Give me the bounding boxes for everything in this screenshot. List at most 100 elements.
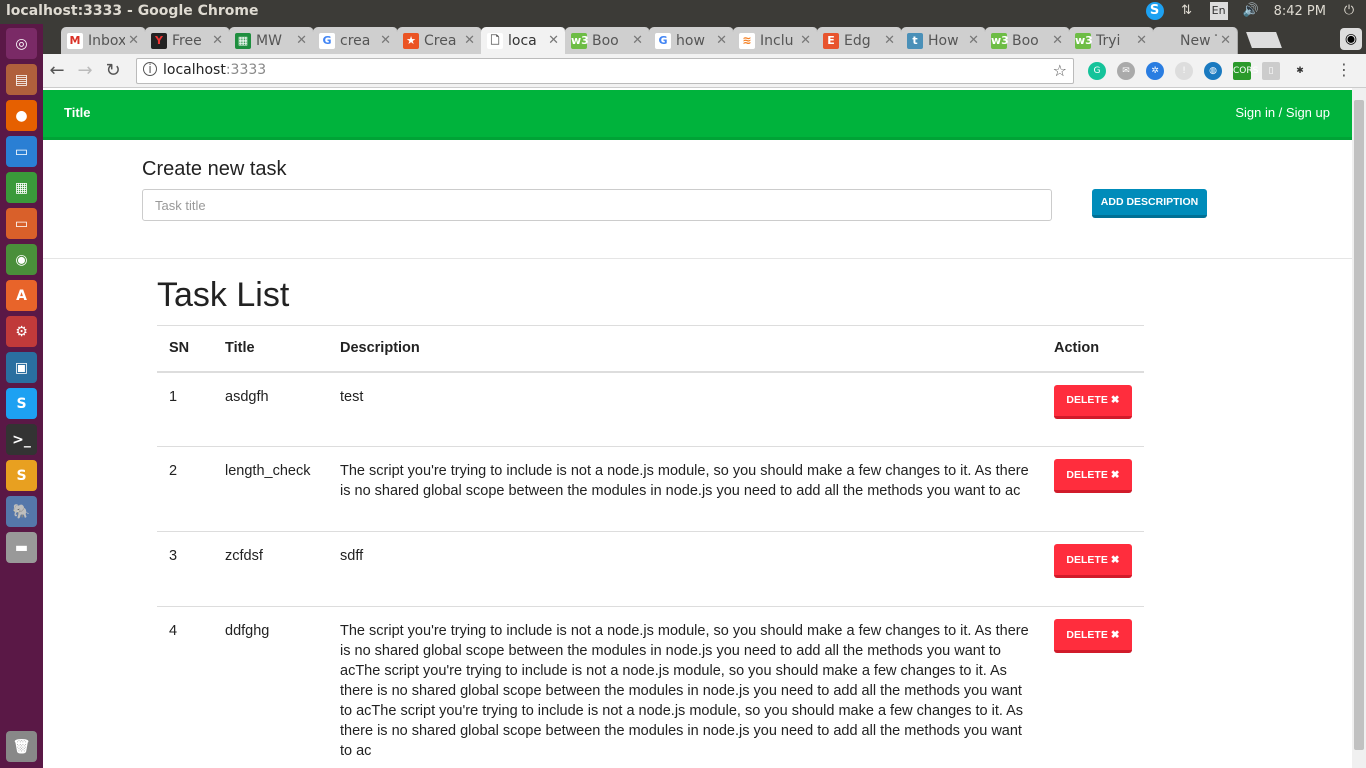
back-icon[interactable]: ← — [43, 60, 71, 81]
cell-description: sdff — [328, 531, 1042, 607]
delete-button[interactable]: DELETE ✖ — [1054, 544, 1132, 578]
bug-icon[interactable]: ✱ — [1291, 62, 1309, 80]
reload-icon[interactable]: ↻ — [99, 60, 127, 81]
close-tab-icon[interactable]: ✕ — [212, 33, 223, 48]
tab[interactable]: Ghow ✕ — [649, 27, 734, 54]
scrollbar-thumb[interactable] — [1354, 100, 1364, 750]
close-tab-icon[interactable]: ✕ — [380, 33, 391, 48]
tab[interactable]: ▦ MW ✕ — [229, 27, 314, 54]
power-icon[interactable]: ⏻ — [1340, 2, 1358, 20]
tab-title: crea — [340, 32, 371, 49]
close-tab-icon[interactable]: ✕ — [884, 33, 895, 48]
tab[interactable]: w3 Boo ✕ — [985, 27, 1070, 54]
brand-link[interactable]: Title — [64, 105, 91, 120]
drive-icon[interactable]: ▬ — [6, 532, 37, 563]
volume-icon[interactable]: 🔊 — [1242, 2, 1260, 20]
impress-icon[interactable]: ▭ — [6, 208, 37, 239]
close-tab-icon[interactable]: ✕ — [716, 33, 727, 48]
bookmark-star-icon[interactable]: ☆ — [1053, 61, 1067, 80]
close-tab-icon[interactable]: ✕ — [632, 33, 643, 48]
chrome-icon[interactable]: ◉ — [6, 244, 37, 275]
google-icon: G — [655, 32, 671, 49]
skype-icon[interactable]: S — [1145, 2, 1164, 20]
firefox-icon[interactable]: ● — [6, 100, 37, 131]
tab[interactable]: E Edg ✕ — [817, 27, 902, 54]
delete-button[interactable]: DELETE ✖ — [1054, 619, 1132, 653]
extension-icon[interactable]: ✲ — [1146, 62, 1164, 80]
cell-title: length_check — [213, 446, 328, 532]
tab[interactable]: 🗋 loca ✕ — [481, 27, 566, 54]
clock[interactable]: 8:42 PM — [1274, 4, 1326, 19]
tab-title: how — [676, 32, 705, 49]
w3schools-icon: w3 — [1075, 32, 1093, 49]
inbox-extension-icon[interactable]: ✉ — [1117, 62, 1135, 80]
cell-description: The script you're trying to include is n… — [328, 606, 1042, 768]
settings-icon[interactable]: ⚙ — [6, 316, 37, 347]
extension-icon[interactable]: ▯ — [1262, 62, 1280, 80]
ubuntu-dash-icon[interactable]: ◎ — [6, 28, 37, 59]
close-tab-icon[interactable]: ✕ — [464, 33, 475, 48]
cell-sn: 1 — [157, 371, 213, 447]
sublime-icon[interactable]: S — [6, 460, 37, 491]
grammarly-icon[interactable]: G — [1088, 62, 1106, 80]
table-header: SN Title Description Action — [157, 325, 1144, 373]
tab[interactable]: Gcrea ✕ — [313, 27, 398, 54]
page-icon: 🗋 — [487, 32, 503, 49]
profile-icon[interactable]: ◉ — [1340, 28, 1362, 50]
tab[interactable]: Y Free ✕ — [145, 27, 230, 54]
tab[interactable]: ≋ Inclu ✕ — [733, 27, 818, 54]
task-title-input[interactable] — [142, 189, 1052, 221]
writer-icon[interactable]: ▭ — [6, 136, 37, 167]
close-tab-icon[interactable]: ✕ — [1136, 33, 1147, 48]
tab-title: Edg — [844, 32, 871, 49]
delete-button[interactable]: DELETE ✖ — [1054, 384, 1132, 419]
tab[interactable]: M Inbox ✕ — [61, 27, 146, 54]
network-icon[interactable]: ⇅ — [1178, 2, 1196, 20]
delete-button[interactable]: DELETE ✖ — [1054, 459, 1132, 493]
tab[interactable]: New Ta✕ — [1153, 27, 1238, 54]
close-tab-icon[interactable]: ✕ — [1220, 33, 1231, 48]
close-tab-icon[interactable]: ✕ — [296, 33, 307, 48]
w3schools-icon: w3 — [571, 32, 589, 49]
close-tab-icon[interactable]: ✕ — [800, 33, 811, 48]
disabled-extension-icon[interactable]: ! — [1175, 62, 1193, 80]
tab[interactable]: ★ Crea ✕ — [397, 27, 482, 54]
skype-icon[interactable]: S — [6, 388, 37, 419]
tab-title: Free — [172, 32, 202, 49]
stackoverflow-icon: ≋ — [739, 32, 755, 49]
terminal-icon[interactable]: >_ — [6, 424, 37, 455]
url-host: localhost — [163, 62, 226, 78]
info-icon[interactable]: i — [143, 62, 157, 76]
tab[interactable]: w3 Boo ✕ — [565, 27, 650, 54]
cell-description: test — [328, 371, 1042, 447]
navbar: Title Sign in / Sign up — [43, 90, 1352, 140]
app-icon[interactable]: ▣ — [6, 352, 37, 383]
cell-action: DELETE ✖ — [1042, 606, 1144, 768]
scrollbar[interactable] — [1352, 88, 1366, 768]
globe-extension-icon[interactable]: ◍ — [1204, 62, 1222, 80]
close-tab-icon[interactable]: ✕ — [128, 33, 139, 48]
add-description-button[interactable]: ADD DESCRIPTION — [1092, 189, 1207, 218]
chrome-menu-icon[interactable]: ⋮ — [1336, 60, 1352, 79]
table-row: 4 ddfghg The script you're trying to inclu… — [157, 606, 1144, 768]
tab-strip: M Inbox ✕ Y Free ✕ ▦ MW ✕ Gcrea ✕ ★ Crea ✕ 🗋 loca ✕ w3 Boo… — [43, 24, 1366, 54]
trash-icon[interactable]: 🗑 — [6, 731, 37, 762]
calc-icon[interactable]: ▦ — [6, 172, 37, 203]
tab-title: Inbox — [88, 32, 126, 49]
signin-link[interactable]: Sign in / Sign up — [1235, 105, 1330, 120]
tab[interactable]: w3 Tryi ✕ — [1069, 27, 1154, 54]
close-tab-icon[interactable]: ✕ — [548, 33, 559, 48]
cors-icon[interactable]: CORS — [1233, 62, 1258, 80]
files-icon[interactable]: ▤ — [6, 64, 37, 95]
extensions: G ✉ ✲ ! ◍ CORS ▯ ✱ — [1088, 62, 1309, 80]
tab[interactable]: t How ✕ — [901, 27, 986, 54]
forward-icon[interactable]: → — [71, 60, 99, 81]
pgadmin-icon[interactable]: 🐘 — [6, 496, 37, 527]
keyboard-layout[interactable]: En — [1209, 2, 1228, 20]
software-center-icon[interactable]: A — [6, 280, 37, 311]
new-tab-button[interactable] — [1246, 32, 1282, 48]
close-tab-icon[interactable]: ✕ — [1052, 33, 1063, 48]
close-tab-icon[interactable]: ✕ — [968, 33, 979, 48]
freecodecamp-icon: Y — [151, 32, 167, 49]
address-bar[interactable]: i localhost:3333 ☆ — [136, 58, 1074, 84]
